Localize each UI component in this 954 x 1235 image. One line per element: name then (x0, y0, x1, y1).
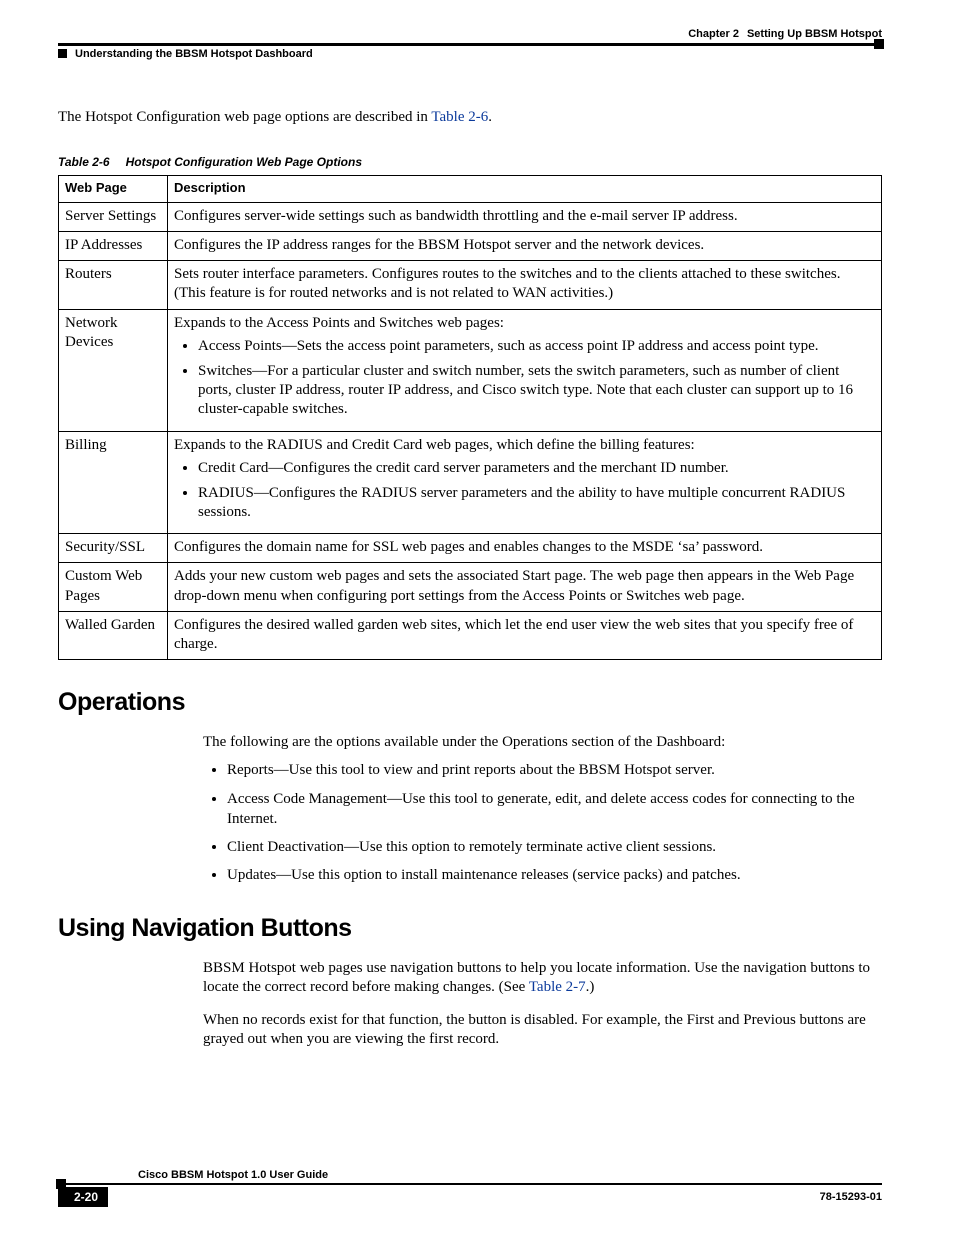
operations-body: The following are the options available … (203, 733, 878, 885)
table-row: Security/SSL Configures the domain name … (59, 534, 882, 563)
table-row: Routers Sets router interface parameters… (59, 261, 882, 309)
operations-heading: Operations (58, 688, 882, 717)
header-rule (58, 43, 882, 46)
cell-name: Billing (59, 431, 168, 534)
table-header-row: Web Page Description (59, 176, 882, 203)
table-ref-link[interactable]: Table 2-6 (431, 109, 488, 125)
cell-name: Custom Web Pages (59, 563, 168, 611)
running-header: Chapter 2 Setting Up BBSM Hotspot (58, 28, 882, 40)
page-number-badge: 2-20 (58, 1187, 108, 1207)
th-description: Description (168, 176, 882, 203)
cell-bullets: Access Points—Sets the access point para… (174, 337, 875, 420)
header-subsection: Understanding the BBSM Hotspot Dashboard (58, 48, 882, 108)
section-title: Understanding the BBSM Hotspot Dashboard (75, 48, 313, 60)
cell-name: Walled Garden (59, 611, 168, 659)
cell-desc: Expands to the Access Points and Switche… (168, 309, 882, 431)
intro-paragraph: The Hotspot Configuration web page optio… (58, 108, 882, 127)
cell-desc: Configures server-wide settings such as … (168, 202, 882, 231)
intro-after: . (488, 109, 492, 125)
doc-number: 78-15293-01 (820, 1191, 882, 1203)
table-caption: Table 2-6 Hotspot Configuration Web Page … (58, 155, 882, 169)
intro-text: The Hotspot Configuration web page optio… (58, 109, 431, 125)
operations-list: Reports—Use this tool to view and print … (203, 760, 878, 885)
cell-name: Security/SSL (59, 534, 168, 563)
table-row: Walled Garden Configures the desired wal… (59, 611, 882, 659)
page: Chapter 2 Setting Up BBSM Hotspot Unders… (0, 0, 954, 1235)
footer-rule (58, 1183, 882, 1185)
table-ref-link[interactable]: Table 2-7 (529, 979, 586, 995)
cell-name: Routers (59, 261, 168, 309)
cell-bullets: Credit Card—Configures the credit card s… (174, 459, 875, 523)
list-item: Reports—Use this tool to view and print … (227, 760, 878, 780)
list-item: Updates—Use this option to install maint… (227, 865, 878, 885)
table-row: Billing Expands to the RADIUS and Credit… (59, 431, 882, 534)
th-web-page: Web Page (59, 176, 168, 203)
options-table: Web Page Description Server Settings Con… (58, 175, 882, 660)
table-caption-num: Table 2-6 (58, 155, 110, 169)
list-item: Client Deactivation—Use this option to r… (227, 837, 878, 857)
cell-desc: Adds your new custom web pages and sets … (168, 563, 882, 611)
nav-heading: Using Navigation Buttons (58, 914, 882, 943)
cell-name: IP Addresses (59, 232, 168, 261)
table-row: Network Devices Expands to the Access Po… (59, 309, 882, 431)
nav-p2: When no records exist for that function,… (203, 1011, 878, 1049)
nav-p1-after: .) (586, 979, 595, 995)
list-item: Switches—For a particular cluster and sw… (198, 362, 875, 420)
cell-desc: Configures the domain name for SSL web p… (168, 534, 882, 563)
list-item: Access Code Management—Use this tool to … (227, 789, 878, 830)
list-item: Credit Card—Configures the credit card s… (198, 459, 875, 478)
page-footer: Cisco BBSM Hotspot 1.0 User Guide 2-20 7… (58, 1169, 882, 1207)
nav-body: BBSM Hotspot web pages use navigation bu… (203, 959, 878, 1050)
table-row: IP Addresses Configures the IP address r… (59, 232, 882, 261)
cell-desc: Configures the IP address ranges for the… (168, 232, 882, 261)
cell-name: Server Settings (59, 202, 168, 231)
cell-lead: Expands to the Access Points and Switche… (174, 314, 875, 333)
list-item: Access Points—Sets the access point para… (198, 337, 875, 356)
nav-p1: BBSM Hotspot web pages use navigation bu… (203, 959, 878, 997)
cell-desc: Expands to the RADIUS and Credit Card we… (168, 431, 882, 534)
list-item: RADIUS—Configures the RADIUS server para… (198, 484, 875, 522)
cell-name: Network Devices (59, 309, 168, 431)
chapter-title: Setting Up BBSM Hotspot (747, 28, 882, 40)
table-caption-title: Hotspot Configuration Web Page Options (126, 155, 362, 169)
header-square-icon (58, 49, 67, 58)
cell-desc: Configures the desired walled garden web… (168, 611, 882, 659)
chapter-label: Chapter 2 (688, 28, 739, 40)
table-row: Custom Web Pages Adds your new custom we… (59, 563, 882, 611)
cell-lead: Expands to the RADIUS and Credit Card we… (174, 436, 875, 455)
cell-desc: Sets router interface parameters. Config… (168, 261, 882, 309)
table-row: Server Settings Configures server-wide s… (59, 202, 882, 231)
operations-intro: The following are the options available … (203, 733, 878, 752)
footer-guide-title: Cisco BBSM Hotspot 1.0 User Guide (138, 1169, 328, 1181)
